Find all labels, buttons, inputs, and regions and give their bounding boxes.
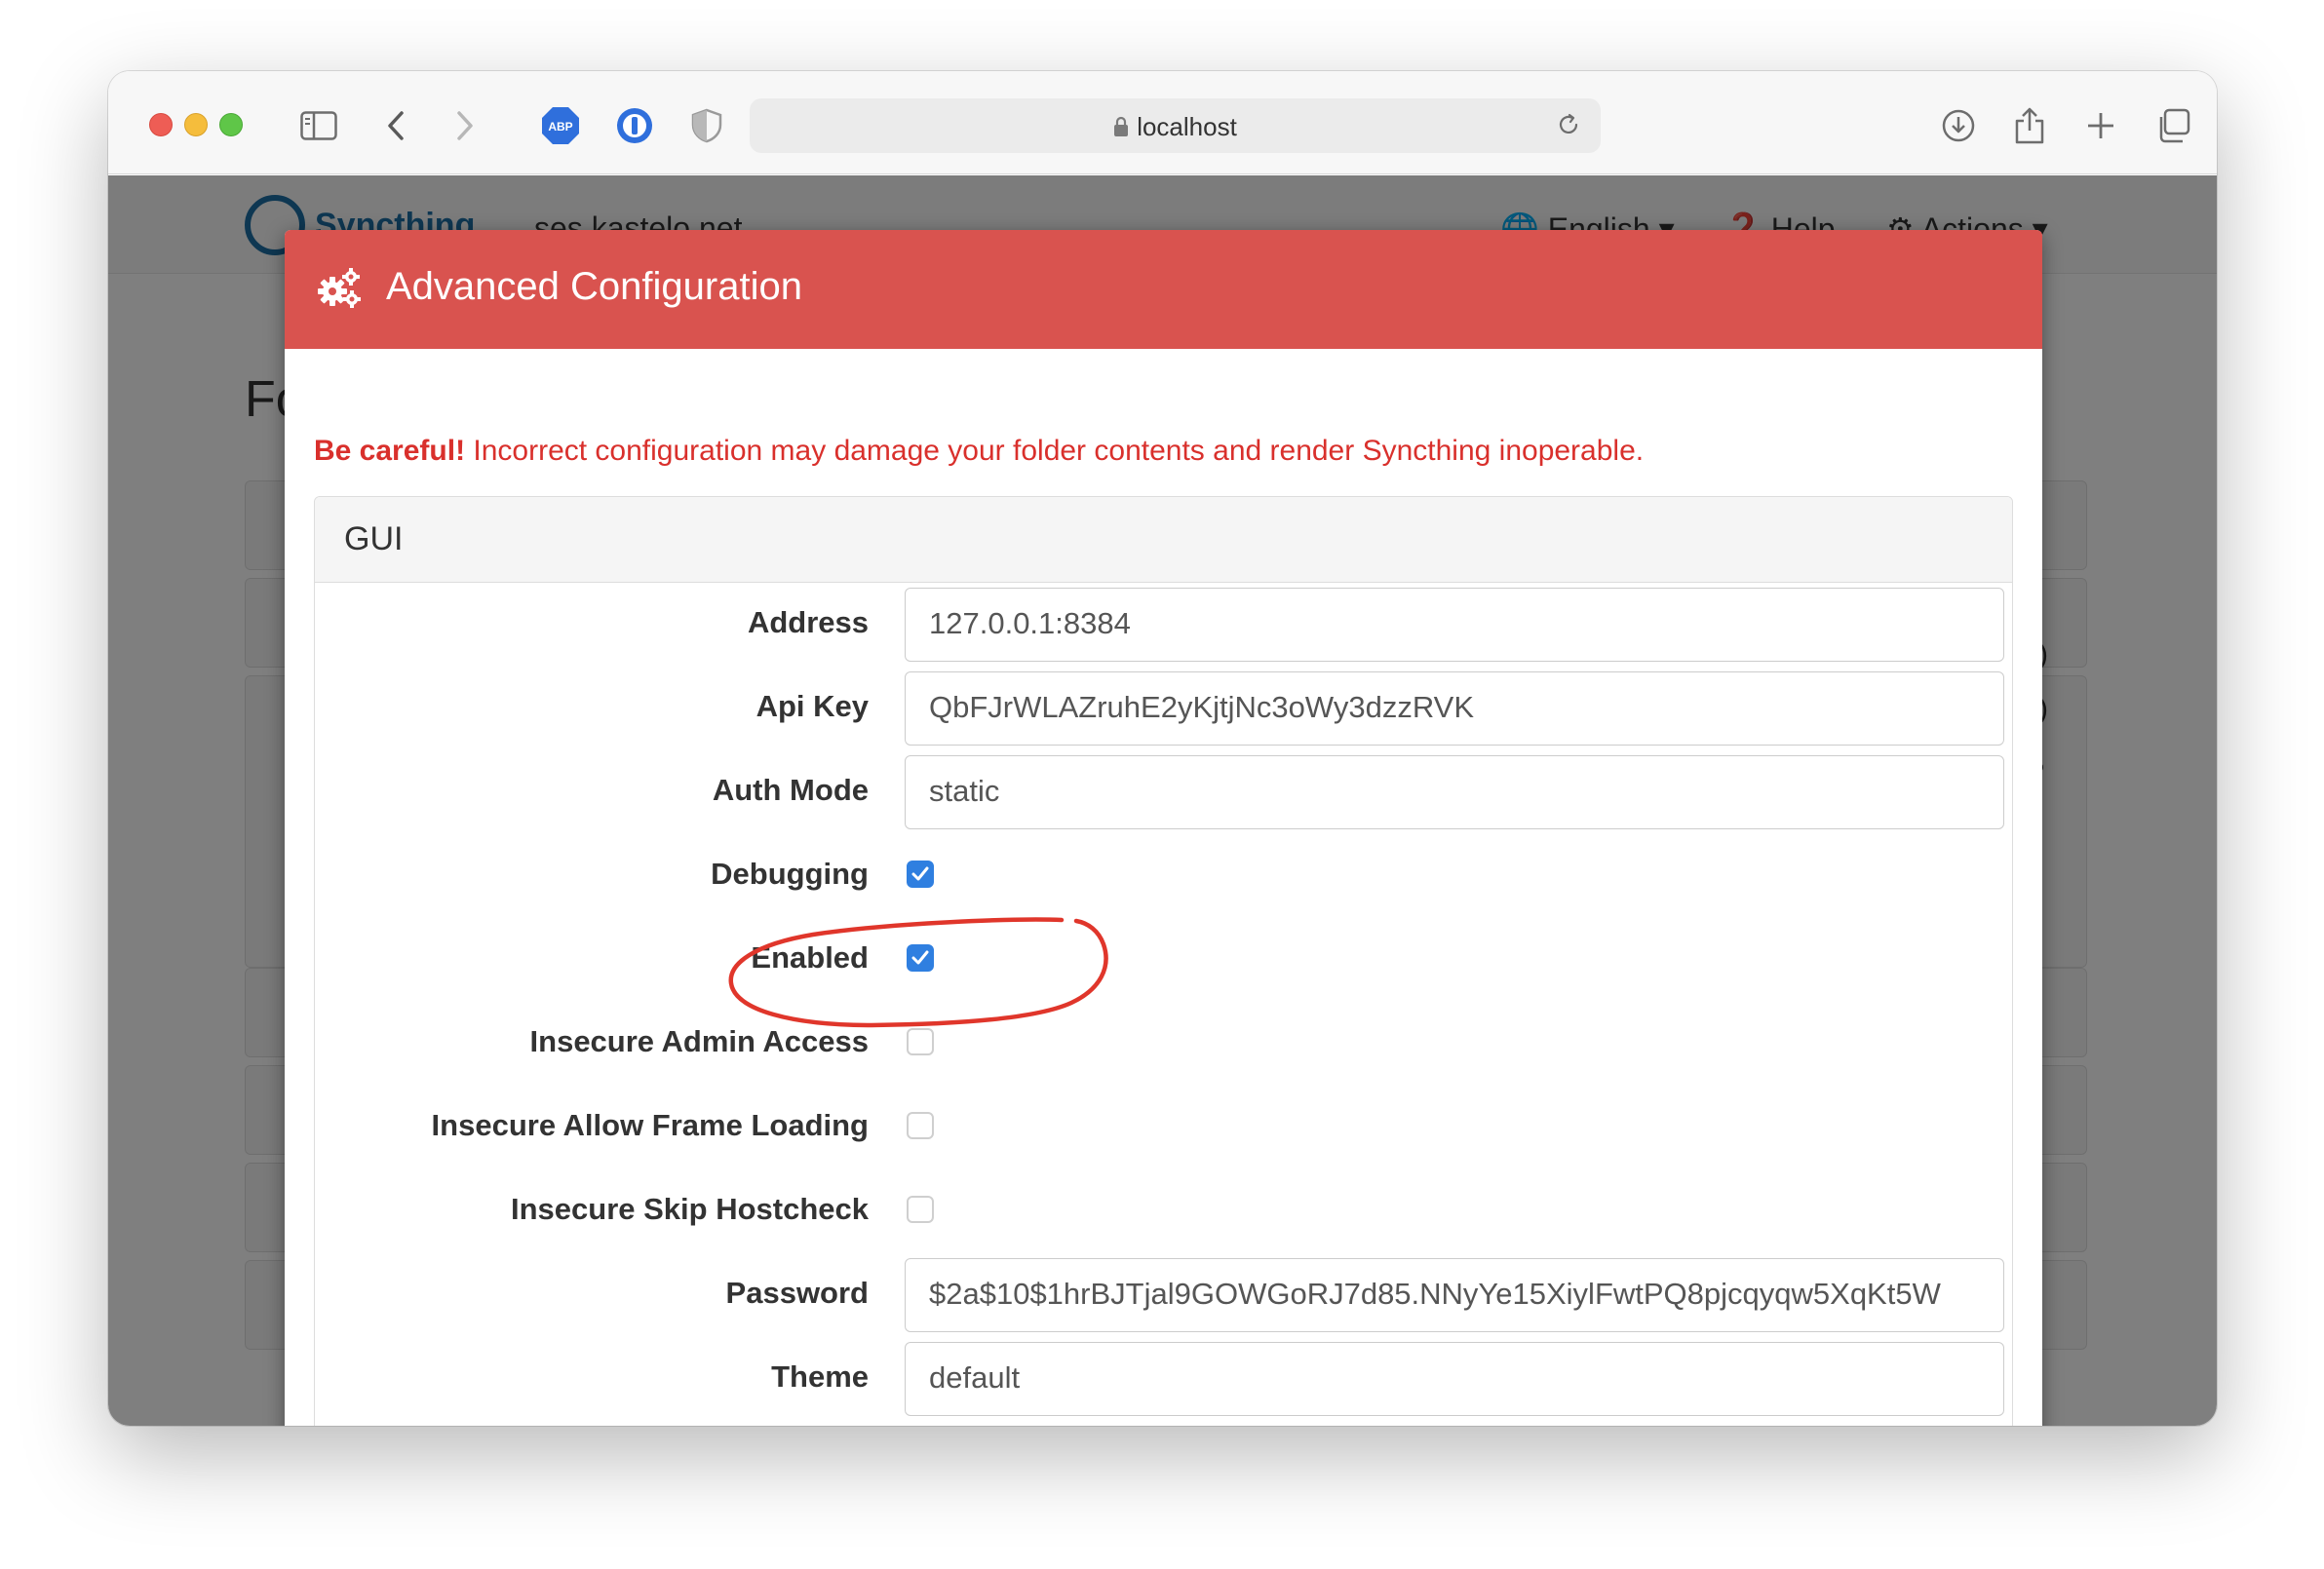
debugging-checkbox[interactable]	[907, 861, 934, 888]
close-window-button[interactable]	[149, 113, 173, 136]
browser-window: ABP localhost Advanced Configuration Be …	[108, 71, 2217, 1426]
field-row-insecure-skip-hostcheck: Insecure Skip Hostcheck	[315, 1170, 2012, 1248]
field-row-password: Password $2a$10$1hrBJTjal9GOWGoRJ7d85.NN…	[315, 1254, 2012, 1332]
theme-label: Theme	[771, 1359, 869, 1394]
insecure-admin-access-label: Insecure Admin Access	[529, 1024, 869, 1058]
modal-header: Advanced Configuration	[285, 230, 2042, 349]
tab-overview-icon[interactable]	[2153, 106, 2192, 145]
address-label: Address	[747, 605, 869, 639]
field-row-insecure-admin-access: Insecure Admin Access	[315, 1003, 2012, 1081]
minimize-window-button[interactable]	[184, 113, 208, 136]
address-url: localhost	[1137, 112, 1237, 141]
svg-text:ABP: ABP	[548, 120, 572, 134]
section-title: GUI	[344, 520, 404, 557]
theme-input[interactable]: default	[905, 1342, 2004, 1416]
privacy-shield-icon[interactable]	[687, 106, 726, 145]
browser-toolbar: ABP localhost	[108, 71, 2217, 174]
insecure-admin-access-checkbox[interactable]	[907, 1028, 934, 1055]
adblock-extension-icon[interactable]: ABP	[541, 106, 580, 145]
modal-title: Advanced Configuration	[386, 265, 802, 308]
password-manager-extension-icon[interactable]	[615, 106, 654, 145]
share-icon[interactable]	[2010, 106, 2049, 145]
back-chevron-icon[interactable]	[376, 106, 415, 145]
warning-bold: Be careful!	[314, 435, 466, 467]
gui-section-heading[interactable]: GUI	[315, 497, 2012, 583]
insecure-skip-hostcheck-label: Insecure Skip Hostcheck	[511, 1192, 869, 1226]
field-row-auth-mode: Auth Mode static	[315, 751, 2012, 829]
address-input[interactable]: 127.0.0.1:8384	[905, 588, 2004, 662]
password-label: Password	[725, 1276, 869, 1310]
sidebar-toggle-icon[interactable]	[299, 106, 338, 145]
advanced-configuration-modal: Advanced Configuration Be careful! Incor…	[285, 230, 2042, 1426]
insecure-allow-frame-loading-checkbox[interactable]	[907, 1112, 934, 1139]
address-bar[interactable]: localhost	[750, 98, 1601, 153]
field-row-insecure-allow-frame-loading: Insecure Allow Frame Loading	[315, 1087, 2012, 1165]
auth-mode-label: Auth Mode	[712, 773, 869, 807]
api-key-input[interactable]: QbFJrWLAZruhE2yKjtjNc3oWy3dzzRVK	[905, 671, 2004, 746]
warning-text: Incorrect configuration may damage your …	[465, 435, 1645, 467]
forward-chevron-icon[interactable]	[445, 106, 484, 145]
enabled-checkbox[interactable]	[907, 944, 934, 972]
field-row-api-key: Api Key QbFJrWLAZruhE2yKjtjNc3oWy3dzzRVK	[315, 668, 2012, 746]
auth-mode-input[interactable]: static	[905, 755, 2004, 829]
zoom-window-button[interactable]	[219, 113, 243, 136]
warning-message: Be careful! Incorrect configuration may …	[314, 435, 1644, 468]
field-row-address: Address 127.0.0.1:8384	[315, 584, 2012, 662]
field-row-debugging: Debugging	[315, 835, 2012, 913]
debugging-label: Debugging	[711, 857, 869, 891]
insecure-allow-frame-loading-label: Insecure Allow Frame Loading	[431, 1108, 869, 1142]
gui-section-panel: GUI Address 127.0.0.1:8384 Api Key QbFJr…	[314, 496, 2013, 1426]
reload-icon[interactable]	[1556, 112, 1581, 142]
password-input[interactable]: $2a$10$1hrBJTjal9GOWGoRJ7d85.NNyYe15Xiyl…	[905, 1258, 2004, 1332]
insecure-skip-hostcheck-checkbox[interactable]	[907, 1196, 934, 1223]
enabled-label: Enabled	[751, 940, 869, 975]
new-tab-plus-icon[interactable]	[2081, 106, 2120, 145]
downloads-icon[interactable]	[1939, 106, 1978, 145]
field-row-theme: Theme default	[315, 1338, 2012, 1416]
api-key-label: Api Key	[755, 689, 869, 723]
lock-icon	[1113, 114, 1129, 144]
field-row-enabled: Enabled	[315, 919, 2012, 997]
cogs-icon	[316, 267, 361, 315]
